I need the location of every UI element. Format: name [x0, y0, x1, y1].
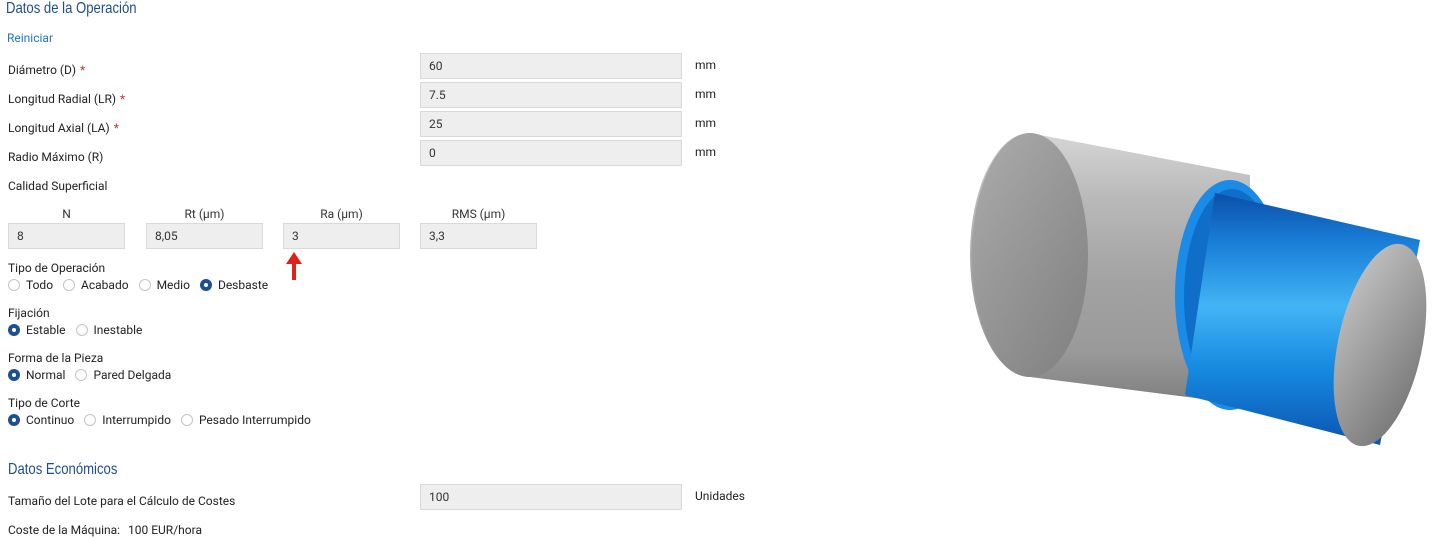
surface-quality-label: Calidad Superficial — [8, 179, 108, 193]
radio-button[interactable] — [84, 414, 97, 426]
machine-cost-label: Coste de la Máquina: — [8, 523, 121, 537]
radio-option[interactable]: Estable — [8, 323, 66, 337]
radio-button[interactable] — [63, 279, 76, 291]
radio-button[interactable] — [8, 324, 20, 336]
field-label-text: Longitud Radial (LR) — [8, 92, 117, 106]
field-unit: mm — [695, 116, 717, 130]
radio-option[interactable]: Pesado Interrumpido — [180, 413, 311, 427]
radio-option-label: Medio — [156, 278, 190, 292]
sq-input[interactable]: 3 — [283, 223, 400, 249]
sq-column-header: Ra (µm) — [320, 207, 363, 221]
lot-size-unit: Unidades — [695, 489, 745, 503]
radio-option[interactable]: Medio — [138, 278, 190, 292]
field-label: Radio Máximo (R) — [8, 150, 107, 164]
radio-group-label: Tipo de Operación — [8, 261, 106, 275]
radio-group-label: Fijación — [8, 306, 50, 320]
field-label: Longitud Radial (LR) * — [8, 92, 125, 106]
radio-option-label: Todo — [26, 278, 54, 292]
radio-group: Estable Inestable — [8, 323, 152, 337]
field-label-text: Longitud Axial (LA) — [8, 121, 110, 135]
field-unit: mm — [695, 58, 717, 72]
radio-option[interactable]: Desbaste — [199, 278, 269, 292]
radio-button[interactable] — [138, 279, 151, 291]
radio-option-label: Continuo — [26, 413, 75, 427]
sq-input[interactable]: 3,3 — [420, 223, 537, 249]
section-title-operation: Datos de la Operación — [6, 0, 137, 17]
radio-option-label: Interrumpido — [102, 413, 171, 427]
radio-option[interactable]: Interrumpido — [84, 413, 171, 427]
sq-input[interactable]: 8,05 — [146, 223, 263, 249]
sq-column-header: Rt (µm) — [184, 207, 225, 221]
field-label: Longitud Axial (LA) * — [8, 121, 119, 135]
sq-input[interactable]: 8 — [8, 223, 125, 249]
radio-button[interactable] — [8, 279, 20, 291]
radio-option-label: Inestable — [93, 323, 143, 337]
field-label: Diámetro (D) * — [8, 63, 85, 77]
field-input[interactable]: 25 — [420, 111, 682, 137]
section-title-economic: Datos Económicos — [8, 461, 118, 478]
radio-option-label: Pesado Interrumpido — [198, 413, 311, 427]
machine-cost-value: 100 EUR/hora — [128, 523, 202, 537]
radio-option[interactable]: Normal — [8, 368, 65, 382]
field-unit: mm — [695, 145, 717, 159]
radio-option-label: Normal — [26, 368, 66, 382]
sq-column-header: RMS (µm) — [451, 207, 506, 221]
field-input[interactable]: 0 — [420, 140, 682, 166]
reset-link[interactable]: Reiniciar — [7, 31, 53, 45]
radio-option-label: Desbaste — [217, 278, 269, 292]
radio-option-label: Acabado — [81, 278, 129, 292]
required-marker: * — [120, 92, 126, 106]
radio-group: Todo Acabado Medio Desbaste — [8, 278, 278, 292]
sq-column-header: N — [62, 207, 71, 221]
field-unit: mm — [695, 87, 717, 101]
radio-option-label: Pared Delgada — [93, 368, 172, 382]
radio-button[interactable] — [8, 414, 20, 426]
radio-group-label: Forma de la Pieza — [8, 351, 104, 365]
required-marker: * — [113, 121, 119, 135]
radio-button[interactable] — [199, 279, 212, 291]
lot-size-label: Tamaño del Lote para el Cálculo de Coste… — [8, 494, 236, 508]
lot-size-input[interactable]: 100 — [420, 484, 682, 510]
field-label-text: Diámetro (D) — [8, 63, 77, 77]
radio-option[interactable]: Todo — [8, 278, 53, 292]
shoulder-turning-part-illustration — [970, 133, 1427, 447]
red-up-arrow-icon — [286, 252, 302, 280]
radio-button[interactable] — [75, 369, 88, 381]
radio-option-label: Estable — [26, 323, 66, 337]
field-label-text: Radio Máximo (R) — [8, 150, 104, 164]
radio-group: Continuo Interrumpido Pesado Interrumpido — [8, 413, 321, 427]
radio-group: Normal Pared Delgada — [8, 368, 181, 382]
radio-option[interactable]: Acabado — [63, 278, 129, 292]
radio-option[interactable]: Continuo — [8, 413, 74, 427]
radio-button[interactable] — [8, 369, 20, 381]
field-input[interactable]: 7.5 — [420, 82, 682, 108]
field-input[interactable]: 60 — [420, 53, 682, 79]
radio-option[interactable]: Inestable — [75, 323, 143, 337]
radio-group-label: Tipo de Corte — [8, 396, 81, 410]
required-marker: * — [80, 63, 86, 77]
radio-button[interactable] — [75, 324, 88, 336]
radio-option[interactable]: Pared Delgada — [75, 368, 171, 382]
radio-button[interactable] — [180, 414, 193, 426]
